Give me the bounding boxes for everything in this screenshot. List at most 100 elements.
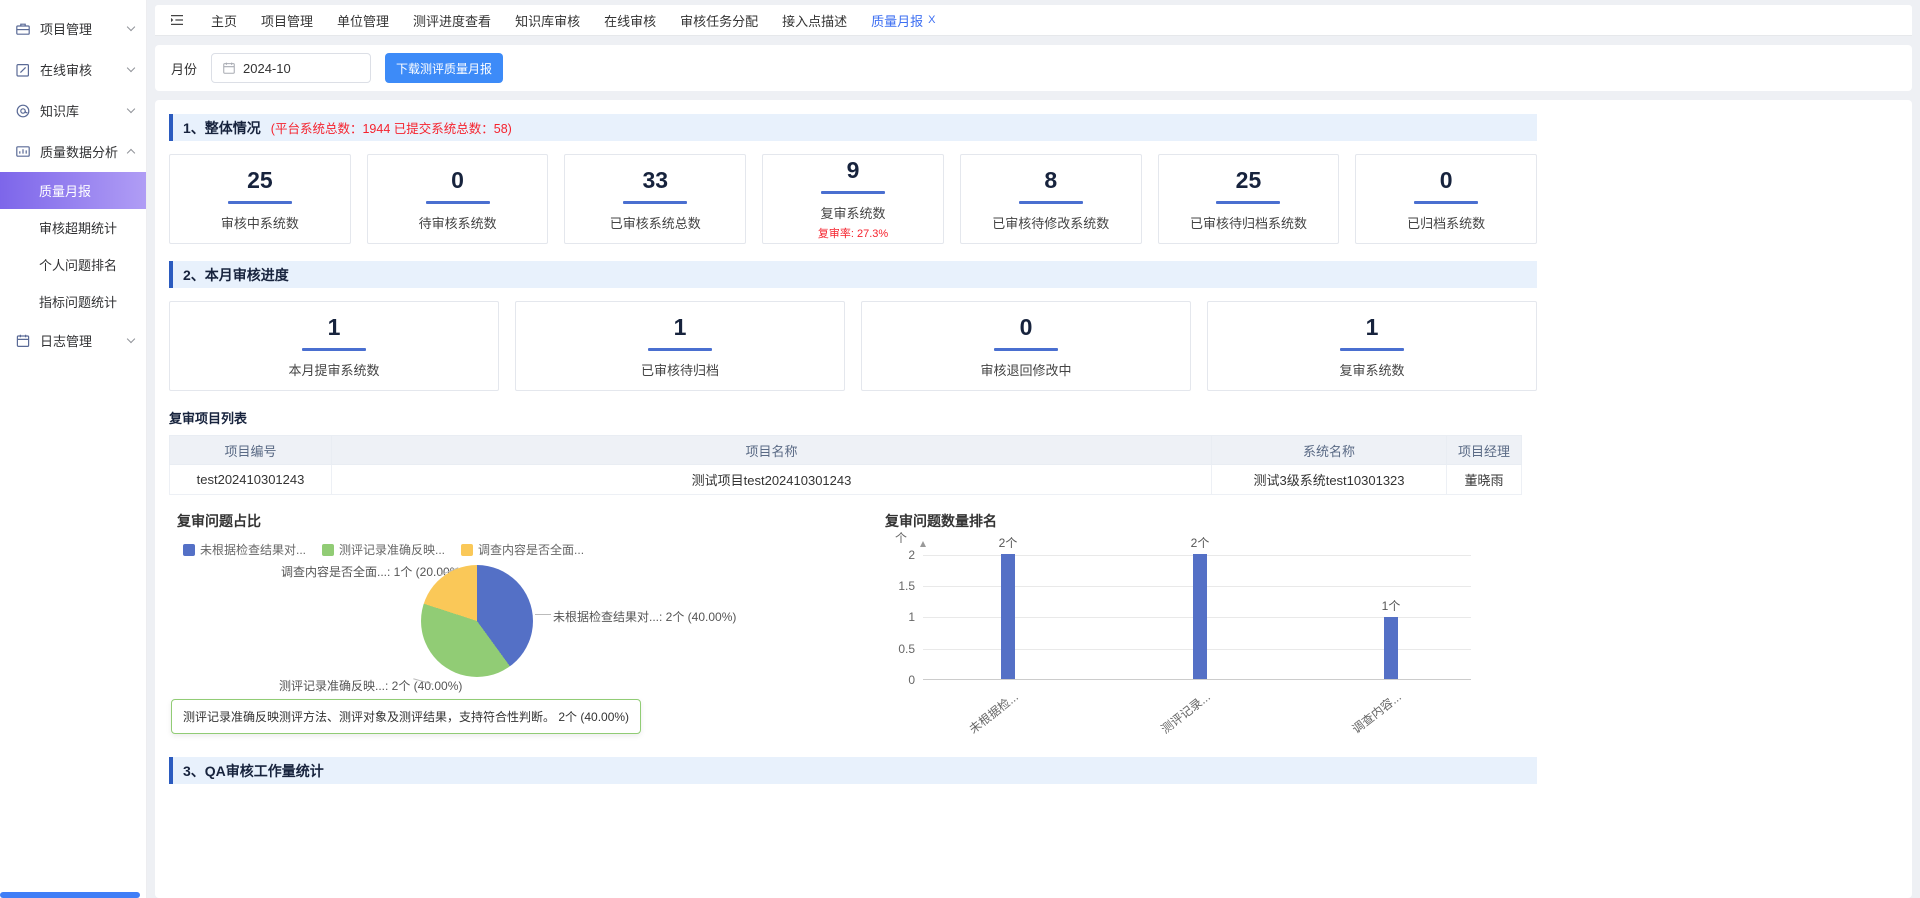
y-axis-arrow-icon <box>920 541 926 547</box>
stat-underline <box>623 201 687 204</box>
stat-label: 已审核待修改系统数 <box>992 213 1109 232</box>
tab-unit-management[interactable]: 单位管理 <box>325 11 401 30</box>
sidebar-item-online-review[interactable]: 在线审核 <box>0 49 146 90</box>
sidebar-item-log-management[interactable]: 日志管理 <box>0 320 146 361</box>
pie-leader-line <box>535 614 551 615</box>
overview-cards-row: 25 审核中系统数 0 待审核系统数 33 已审核系统总数 9 <box>169 154 1537 244</box>
stat-card-reviewing: 25 审核中系统数 <box>169 154 351 244</box>
charts-row: 复审问题占比 未根据检查结果对... 测评记录准确反映... 调查内容是否 <box>169 511 1537 739</box>
chevron-down-icon <box>127 64 135 72</box>
tab-quality-monthly-report[interactable]: 质量月报 X <box>859 11 947 30</box>
stat-card-reviewed-total: 33 已审核系统总数 <box>564 154 746 244</box>
tab-progress-view[interactable]: 测评进度查看 <box>401 11 503 30</box>
sidebar-item-quality-data-analysis[interactable]: 质量数据分析 <box>0 131 146 172</box>
stat-underline <box>1414 201 1478 204</box>
legend-item[interactable]: 未根据检查结果对... <box>183 541 306 558</box>
legend-label: 未根据检查结果对... <box>200 541 306 558</box>
table-header-row: 项目编号 项目名称 系统名称 项目经理 <box>170 436 1522 465</box>
bar-value-label: 1个 <box>1382 597 1401 614</box>
section-header-overview: 1、整体情况 (平台系统总数：1944 已提交系统总数：58) <box>169 114 1537 141</box>
x-axis-label: 测评记录... <box>1157 688 1213 737</box>
stat-card-to-archive: 25 已审核待归档系统数 <box>1158 154 1340 244</box>
y-tick: 0 <box>908 673 915 687</box>
legend-item[interactable]: 调查内容是否全面... <box>461 541 584 558</box>
bar[interactable] <box>1001 554 1015 679</box>
tab-bar: 主页 项目管理 单位管理 测评进度查看 知识库审核 在线审核 审核任务分配 接入… <box>155 5 1912 36</box>
sidebar-item-label: 在线审核 <box>40 60 92 79</box>
stat-label: 已审核待归档系统数 <box>1190 213 1307 232</box>
stat-label: 已归档系统数 <box>1407 213 1485 232</box>
stat-value: 0 <box>1440 167 1453 194</box>
stat-card-re-review: 9 复审系统数 复审率: 27.3% <box>762 154 944 244</box>
stat-underline <box>302 348 366 351</box>
sidebar-item-knowledge-base[interactable]: 知识库 <box>0 90 146 131</box>
tab-access-point-desc[interactable]: 接入点描述 <box>770 11 859 30</box>
table-row[interactable]: test202410301243 测试项目test202410301243 测试… <box>170 465 1522 495</box>
bar-chart-panel: 复审问题数量排名 个 2 1.5 1 0.5 0 <box>877 511 1507 739</box>
report-content-card: 1、整体情况 (平台系统总数：1944 已提交系统总数：58) 25 审核中系统… <box>155 100 1912 898</box>
tab-online-review[interactable]: 在线审核 <box>592 11 668 30</box>
sidebar-subitem-quality-monthly-report[interactable]: 质量月报 <box>0 172 146 209</box>
stat-underline <box>1216 201 1280 204</box>
stat-value: 1 <box>328 314 341 341</box>
section-header-month-progress: 2、本月审核进度 <box>169 261 1537 288</box>
cell-project-no: test202410301243 <box>170 465 332 495</box>
review-table-title: 复审项目列表 <box>169 408 1537 427</box>
tab-review-task-assign[interactable]: 审核任务分配 <box>668 11 770 30</box>
bar-value-label: 2个 <box>999 534 1018 551</box>
month-value: 2024-10 <box>243 61 291 76</box>
bar[interactable] <box>1193 554 1207 679</box>
stat-card-month-re-review: 1 复审系统数 <box>1207 301 1537 391</box>
y-tick: 1 <box>908 610 915 624</box>
section-header-qa-workload: 3、QA审核工作量统计 <box>169 757 1537 784</box>
bar-group: 2个 <box>988 534 1028 679</box>
stat-label: 审核中系统数 <box>221 213 299 232</box>
y-tick: 0.5 <box>898 642 915 656</box>
cell-project-name: 测试项目test202410301243 <box>332 465 1212 495</box>
stat-card-month-submitted: 1 本月提审系统数 <box>169 301 499 391</box>
tab-close-icon[interactable]: X <box>928 14 935 26</box>
tab-project-management[interactable]: 项目管理 <box>249 11 325 30</box>
col-header-project-name: 项目名称 <box>332 436 1212 465</box>
legend-label: 调查内容是否全面... <box>478 541 584 558</box>
download-report-button[interactable]: 下载测评质量月报 <box>385 53 503 83</box>
month-picker-input[interactable]: 2024-10 <box>211 53 371 83</box>
stat-label: 已审核系统总数 <box>610 213 701 232</box>
stat-card-archived: 0 已归档系统数 <box>1355 154 1537 244</box>
sidebar-subitem-review-overdue-stats[interactable]: 审核超期统计 <box>0 209 146 246</box>
pie-label-record: 测评记录准确反映...: 2个 (40.00%) <box>279 677 462 694</box>
pie-chart-panel: 复审问题占比 未根据检查结果对... 测评记录准确反映... 调查内容是否 <box>169 511 869 739</box>
sidebar-subitem-personal-issue-ranking[interactable]: 个人问题排名 <box>0 246 146 283</box>
briefcase-icon <box>15 21 31 37</box>
sidebar: 项目管理 在线审核 知识库 质量数据分析 质量月报 审核超期统计 个人问题排名 <box>0 0 147 898</box>
menu-collapse-icon[interactable] <box>169 12 185 28</box>
pie-legend: 未根据检查结果对... 测评记录准确反映... 调查内容是否全面... <box>183 541 584 558</box>
stat-underline <box>1340 348 1404 351</box>
legend-swatch <box>461 544 473 556</box>
pie-label-survey: 调查内容是否全面...: 1个 (20.00%) <box>281 563 464 580</box>
stat-card-pending-review: 0 待审核系统数 <box>367 154 549 244</box>
sidebar-item-project-management[interactable]: 项目管理 <box>0 8 146 49</box>
horizontal-scrollbar-thumb[interactable] <box>0 892 140 898</box>
bar-group: 1个 <box>1371 597 1411 680</box>
cell-system-name: 测试3级系统test10301323 <box>1212 465 1447 495</box>
pie-chart[interactable] <box>421 565 533 677</box>
stat-card-month-to-archive: 1 已审核待归档 <box>515 301 845 391</box>
bar[interactable] <box>1384 617 1398 680</box>
stat-underline <box>821 191 885 194</box>
pie-tooltip: 测评记录准确反映测评方法、测评对象及测评结果，支持符合性判断。 2个 (40.0… <box>171 699 641 734</box>
tab-home[interactable]: 主页 <box>199 11 249 30</box>
stat-extra-rate: 复审率: 27.3% <box>818 225 888 241</box>
chevron-down-icon <box>127 105 135 113</box>
stat-underline <box>426 201 490 204</box>
tab-knowledge-review[interactable]: 知识库审核 <box>503 11 592 30</box>
month-label: 月份 <box>171 59 197 78</box>
month-cards-row: 1 本月提审系统数 1 已审核待归档 0 审核退回修改中 1 复 <box>169 301 1537 391</box>
stat-value: 0 <box>1020 314 1033 341</box>
sidebar-subitem-indicator-issue-stats[interactable]: 指标问题统计 <box>0 283 146 320</box>
legend-item[interactable]: 测评记录准确反映... <box>322 541 445 558</box>
stat-value: 9 <box>847 157 860 184</box>
stat-underline <box>228 201 292 204</box>
sidebar-item-label: 知识库 <box>40 101 79 120</box>
bar-value-label: 2个 <box>1191 534 1210 551</box>
